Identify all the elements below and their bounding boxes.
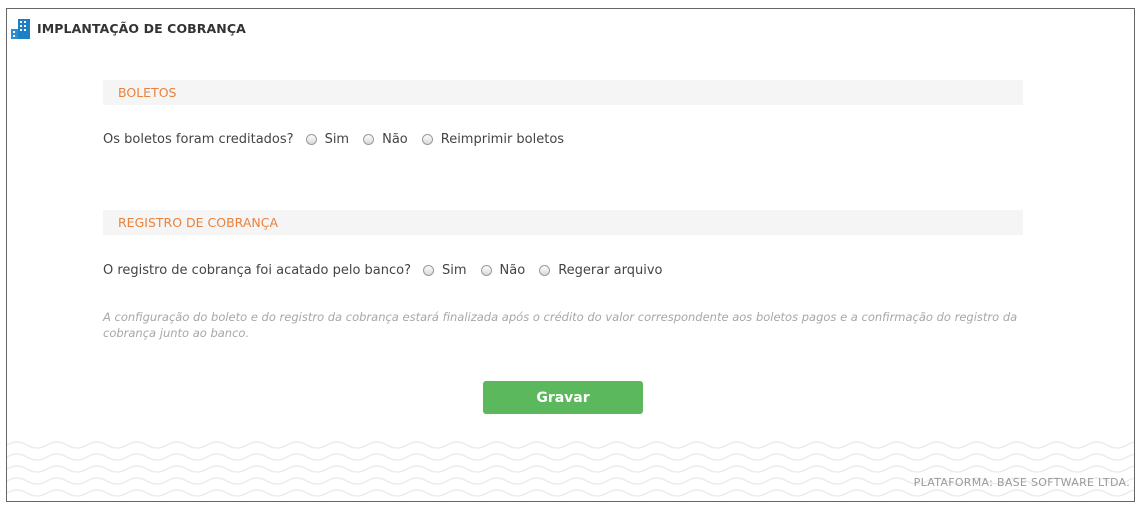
page-title: IMPLANTAÇÃO DE COBRANÇA <box>37 20 246 36</box>
section-title-boletos: BOLETOS <box>118 85 177 100</box>
boletos-question-row: Os boletos foram creditados? Sim Não Rei… <box>103 132 578 147</box>
boletos-question: Os boletos foram creditados? <box>103 132 294 147</box>
option-label: Sim <box>442 263 467 278</box>
building-icon <box>11 19 30 39</box>
page-header: IMPLANTAÇÃO DE COBRANÇA <box>11 15 246 41</box>
registro-option-nao[interactable]: Não <box>480 263 526 278</box>
option-label: Não <box>382 132 408 147</box>
option-label: Reimprimir boletos <box>440 132 565 147</box>
radio-button[interactable] <box>305 134 317 145</box>
boletos-option-nao[interactable]: Não <box>363 132 408 147</box>
radio-button[interactable] <box>539 265 551 276</box>
page-frame: IMPLANTAÇÃO DE COBRANÇA BOLETOS Os bolet… <box>6 8 1135 502</box>
wave-pattern <box>7 439 1134 501</box>
section-boletos: BOLETOS <box>103 80 1023 105</box>
boletos-option-reimprimir[interactable]: Reimprimir boletos <box>421 132 565 147</box>
radio-button[interactable] <box>423 265 434 276</box>
info-note: A configuração do boleto e do registro d… <box>103 310 1018 340</box>
option-label: Regerar arquivo <box>558 263 663 278</box>
option-label: Sim <box>324 132 350 147</box>
section-registro: REGISTRO DE COBRANÇA <box>103 210 1023 235</box>
radio-button[interactable] <box>363 134 375 145</box>
footer: PLATAFORMA: BASE SOFTWARE LTDA. <box>7 439 1134 501</box>
save-button[interactable]: Gravar <box>483 381 643 414</box>
registro-question-row: O registro de cobrança foi acatado pelo … <box>103 263 677 278</box>
radio-button[interactable] <box>480 265 492 276</box>
registro-question: O registro de cobrança foi acatado pelo … <box>103 263 411 278</box>
registro-option-regerar[interactable]: Regerar arquivo <box>539 263 663 278</box>
radio-button[interactable] <box>421 134 433 145</box>
platform-credit: PLATAFORMA: BASE SOFTWARE LTDA. <box>913 476 1130 489</box>
section-title-registro: REGISTRO DE COBRANÇA <box>118 215 279 230</box>
registro-option-sim[interactable]: Sim <box>423 263 467 278</box>
boletos-option-sim[interactable]: Sim <box>305 132 350 147</box>
option-label: Não <box>499 263 526 278</box>
